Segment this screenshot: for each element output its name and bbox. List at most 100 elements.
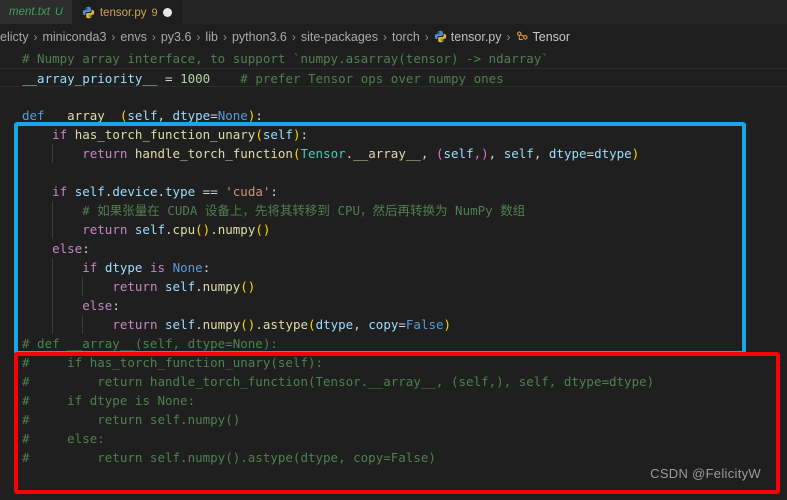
code-token: False — [405, 317, 444, 332]
code-token: dtype — [315, 317, 354, 332]
tab-bar-empty-space — [181, 0, 787, 24]
code-line[interactable]: return self.cpu().numpy() — [0, 220, 787, 239]
indent-guide — [52, 220, 54, 239]
code-token: dtype — [104, 260, 143, 275]
code-token: self — [165, 279, 196, 294]
code-line[interactable] — [0, 163, 787, 182]
code-line[interactable]: if dtype is None: — [0, 258, 787, 277]
code-line[interactable]: else: — [0, 239, 787, 258]
code-line[interactable]: # return handle_torch_function(Tensor.__… — [0, 372, 787, 391]
code-token: () — [240, 279, 256, 294]
code-token: : — [202, 260, 211, 275]
code-token: else — [82, 298, 113, 313]
code-token: () — [255, 222, 271, 237]
code-token: . — [195, 317, 203, 332]
code-token: dtype — [594, 146, 632, 161]
editor-tab-bar: ment.txt U tensor.py 9 — [0, 0, 787, 24]
breadcrumb-item-tensor-py[interactable]: tensor.py — [434, 30, 502, 44]
code-token: , — [157, 108, 173, 123]
code-line[interactable]: # return self.numpy() — [0, 410, 787, 429]
code-token: # return self.numpy() — [22, 412, 241, 427]
code-token: return — [112, 317, 158, 332]
code-token: . — [157, 184, 166, 199]
code-line[interactable]: return handle_torch_function(Tensor.__ar… — [0, 144, 787, 163]
code-line[interactable]: return self.numpy().astype(dtype, copy=F… — [0, 315, 787, 334]
code-token: self — [165, 317, 196, 332]
code-line[interactable]: # if dtype is None: — [0, 391, 787, 410]
breadcrumb-item-torch[interactable]: torch — [392, 30, 420, 44]
code-token: , — [420, 146, 436, 161]
code-token: handle_torch_function — [134, 146, 293, 161]
code-token: copy — [368, 317, 399, 332]
code-line[interactable]: # if has_torch_function_unary(self): — [0, 353, 787, 372]
code-line[interactable]: return self.numpy() — [0, 277, 787, 296]
code-token: ) — [292, 127, 301, 142]
code-line[interactable]: # return self.numpy().astype(dtype, copy… — [0, 448, 787, 467]
code-token: ( — [255, 127, 263, 142]
code-line[interactable]: __array_priority__ = 1000 # prefer Tenso… — [0, 68, 787, 87]
code-token: . — [255, 317, 263, 332]
code-token: 1000 — [180, 71, 211, 86]
code-token: numpy — [202, 279, 241, 294]
code-token: = — [165, 71, 173, 86]
breadcrumb-item-site-packages[interactable]: site-packages — [301, 30, 378, 44]
code-token: : — [255, 108, 263, 123]
code-line[interactable]: # Numpy array interface, to support `num… — [0, 49, 787, 68]
code-token: astype — [262, 317, 309, 332]
tab-status-badge: U — [54, 6, 63, 18]
code-token: else — [52, 241, 83, 256]
code-line[interactable]: if self.device.type == 'cuda': — [0, 182, 787, 201]
code-line[interactable]: else: — [0, 296, 787, 315]
code-token: numpy — [202, 317, 241, 332]
indent-guide — [52, 258, 54, 277]
breadcrumb-item-miniconda3[interactable]: miniconda3 — [42, 30, 106, 44]
code-token: if — [52, 184, 68, 199]
code-token: # return handle_torch_function(Tensor.__… — [22, 374, 655, 389]
code-line[interactable]: if has_torch_function_unary(self): — [0, 125, 787, 144]
code-token: if — [52, 127, 68, 142]
code-token: Tensor — [300, 146, 346, 161]
breadcrumb-item-tensor-class[interactable]: Tensor — [516, 30, 570, 44]
breadcrumb-item-py36[interactable]: py3.6 — [161, 30, 192, 44]
code-token: = — [586, 146, 595, 161]
code-editor-area[interactable]: # Numpy array interface, to support `num… — [0, 49, 787, 500]
code-token: , — [353, 317, 369, 332]
tab-tensor-py[interactable]: tensor.py 9 — [72, 0, 182, 24]
code-token: 'cuda' — [225, 184, 271, 199]
code-token: , — [488, 146, 504, 161]
breadcrumb-item-envs[interactable]: envs — [120, 30, 146, 44]
breadcrumb-item-elicty[interactable]: elicty — [0, 30, 28, 44]
code-token: . — [165, 222, 173, 237]
breadcrumb-item-python36[interactable]: python3.6 — [232, 30, 287, 44]
code-line[interactable]: def __array__(self, dtype=None): — [0, 106, 787, 125]
code-line[interactable]: # else: — [0, 429, 787, 448]
code-token: : — [112, 298, 120, 313]
code-line[interactable]: # def __array__(self, dtype=None): — [0, 334, 787, 353]
vscode-editor-window: ment.txt U tensor.py 9 elicty › minicond… — [0, 0, 787, 500]
breadcrumb-separator: › — [382, 29, 387, 44]
code-line[interactable]: # 如果张量在 CUDA 设备上，先将其转移到 CPU，然后再转换为 NumPy… — [0, 201, 787, 220]
code-token: ) — [631, 146, 640, 161]
code-line[interactable] — [0, 87, 787, 106]
breadcrumb-separator: › — [151, 29, 156, 44]
code-token: = — [398, 317, 406, 332]
indent-guide — [82, 277, 84, 296]
code-token: has_torch_function_unary — [74, 127, 256, 142]
code-token: self — [74, 184, 105, 199]
code-token: == — [195, 184, 226, 199]
code-token: # def __array__(self, dtype=None): — [22, 336, 278, 351]
breadcrumb-separator: › — [506, 29, 511, 44]
breadcrumb-item-lib[interactable]: lib — [205, 30, 218, 44]
tab-requirements-txt[interactable]: ment.txt U — [0, 0, 73, 24]
unsaved-changes-dot[interactable] — [162, 8, 172, 17]
